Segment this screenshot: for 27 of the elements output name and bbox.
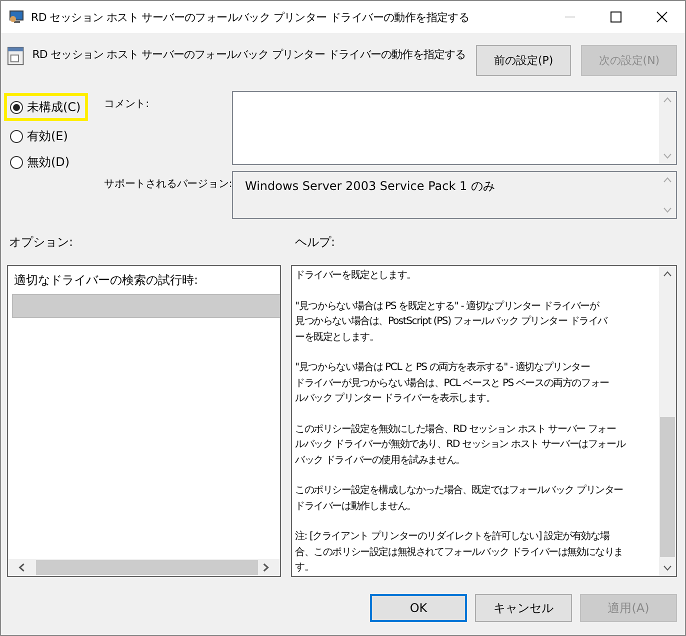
state-radio[interactable]: 無効(D) (4, 151, 77, 173)
help-paragraph: このポリシー設定を構成しなかった場合、既定ではフォールバック プリンター ドライバーは動作しません。 (295, 484, 624, 514)
state-radio[interactable]: 未構成(C) (4, 93, 88, 121)
previous-setting-button[interactable]: 前の設定(P) (476, 45, 572, 76)
supported-version-field: Windows Server 2003 Service Pack 1 のみ (232, 171, 677, 219)
window-title: RD セッション ホスト サーバーのフォールバック プリンター ドライバーの動作を指定する (31, 10, 470, 24)
computer-icon (9, 9, 25, 25)
setting-label: 適切なドライバーの検索の試行時: (13, 272, 200, 289)
vertical-scrollbar[interactable] (659, 266, 676, 576)
policy-title: RD セッション ホスト サーバーのフォールバック プリンター ドライバーの動作を指定する (32, 47, 466, 62)
supported-version-label: サポートされるバージョン: (104, 177, 232, 192)
options-label: オプション: (8, 234, 74, 250)
scroll-down-icon[interactable] (663, 565, 672, 571)
help-label: ヘルプ: (295, 234, 336, 250)
help-paragraph: "見つからない場合は PS を既定とする" - 適切なプリンター ドライバーが 見つからない場合は、PostScript (PS) フォールバック プリンター ドライバ ーを既定とします。 (295, 300, 609, 344)
horizontal-scrollbar[interactable] (8, 559, 280, 575)
state-radio[interactable]: 有効(E) (4, 125, 75, 147)
help-paragraph: ドライバーを既定とします。 (295, 268, 417, 283)
scroll-up-icon[interactable] (663, 271, 672, 277)
comment-label: コメント: (104, 97, 150, 112)
help-paragraph: このポリシー設定を無効にした場合、RD セッション ホスト サーバー フォー ルバック ドライバーが無効であり、RD セッション ホスト サーバーはフォール バック ドライバーの使用を試みません。 (295, 422, 627, 468)
ok-button[interactable]: OK (370, 594, 467, 622)
help-paragraph: "見つからない場合は PCL と PS の両方を表示する" - 適切なプリンター ドライバーが見つからない場合は、PCL ベースと PS ベースの両方のフォー ルバック プリンター ドライバーを表示します。 (295, 360, 610, 406)
cancel-button[interactable]: キャンセル (475, 594, 572, 622)
policy-icon (7, 46, 24, 66)
help-paragraph: 注: [クライアント プリンターのリダイレクトを許可しない] 設定が有効な場 合、このポリシー設定は無視されてフォールバック ドライバーは無効になりま す。 (295, 530, 624, 575)
option-dropdown[interactable] (12, 294, 280, 318)
